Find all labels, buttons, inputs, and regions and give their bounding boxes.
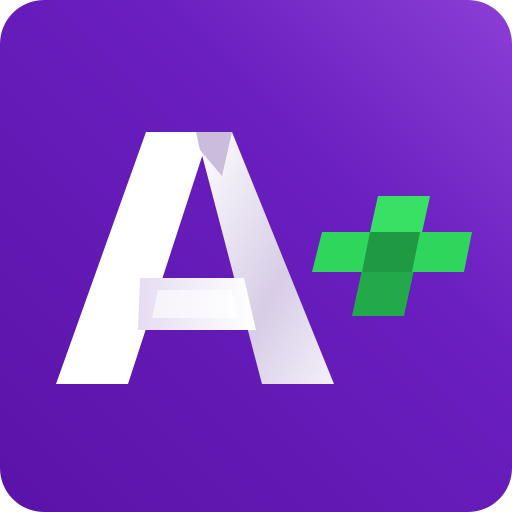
a-plus-logo-icon: [0, 0, 512, 512]
plus-vertical-highlight: [370, 196, 430, 232]
app-icon: [0, 0, 512, 512]
letter-a-crossbar-inner: [152, 290, 238, 318]
plus-center-overlap: [362, 232, 420, 272]
